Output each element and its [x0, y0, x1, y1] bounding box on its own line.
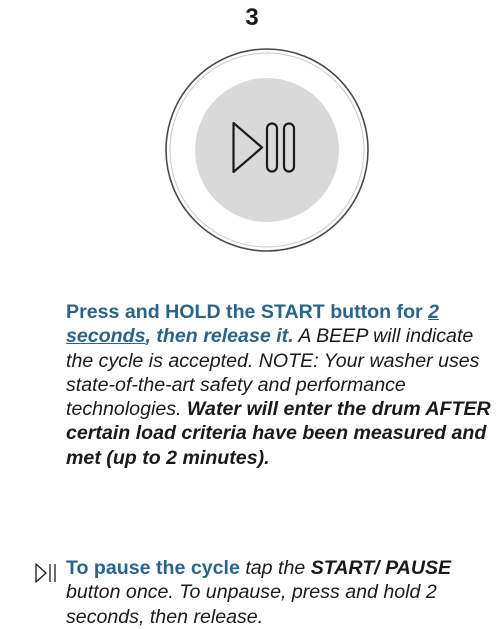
- pause-lead: To pause the cycle: [66, 557, 240, 579]
- start-instructions: Press and HOLD the START button for 2 se…: [66, 300, 496, 470]
- start-button-dial: [165, 48, 369, 252]
- start-pause-button[interactable]: [195, 78, 339, 222]
- instruction-hold-start: Press and HOLD the START button for: [66, 301, 429, 323]
- pause-instructions: To pause the cycle tap the START/ PAUSE …: [66, 556, 496, 629]
- play-pause-icon: [35, 563, 56, 583]
- pause-tap: tap the: [239, 557, 311, 579]
- pause-button-name: START/ PAUSE: [310, 557, 452, 579]
- pause-unpause: button once. To unpause, press and hold …: [66, 581, 437, 628]
- instruction-release: , then release it.: [145, 325, 294, 348]
